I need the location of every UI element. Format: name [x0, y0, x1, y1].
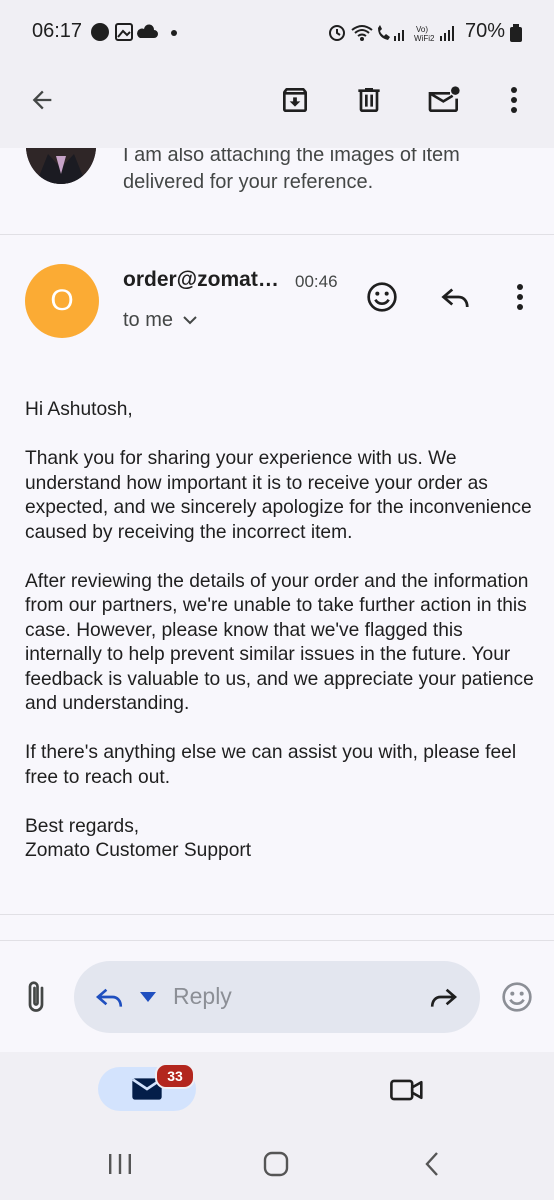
body-paragraph: Hi Ashutosh,: [25, 399, 133, 420]
emoji-button[interactable]: [497, 977, 537, 1017]
archive-icon: [283, 88, 307, 112]
svg-text:WiFi2: WiFi2: [414, 34, 435, 43]
mark-unread-icon: [428, 86, 460, 112]
attachment-icon: [28, 981, 44, 1012]
unread-count-badge: 33: [155, 1063, 195, 1089]
body-paragraph: If there's anything else we can assist y…: [25, 742, 517, 788]
react-emoji-button[interactable]: [362, 277, 402, 317]
message-body: Hi Ashutosh, Thank you for sharing your …: [25, 398, 535, 888]
more-options-button[interactable]: [494, 80, 534, 120]
battery-level: 70%: [465, 20, 506, 42]
reply-button[interactable]: [436, 277, 476, 317]
back-button[interactable]: [22, 80, 62, 120]
previous-message[interactable]: I am also attaching the images of item d…: [0, 148, 554, 234]
reply-input[interactable]: Reply: [173, 983, 232, 1010]
nav-meet-tab[interactable]: [386, 1070, 428, 1110]
system-back-button[interactable]: [412, 1146, 452, 1182]
more-vert-icon: [517, 284, 523, 310]
chevron-down-icon: [183, 316, 197, 325]
video-camera-icon: [390, 1079, 423, 1101]
reply-mode-button[interactable]: [92, 981, 128, 1013]
mark-unread-button[interactable]: [422, 80, 466, 120]
forward-icon: [430, 988, 458, 1007]
emoji-icon: [502, 982, 532, 1012]
status-time: 06:17: [32, 20, 83, 42]
recipient-details-toggle[interactable]: to me: [123, 309, 197, 332]
divider: [0, 940, 554, 941]
message-time: 00:46: [295, 272, 338, 291]
recent-apps-button[interactable]: [100, 1146, 140, 1182]
more-vert-icon: [511, 87, 517, 113]
reply-icon: [95, 988, 123, 1007]
forward-button[interactable]: [424, 981, 462, 1013]
sender-name[interactable]: order@zomato.com: [123, 268, 283, 292]
home-icon: [263, 1151, 289, 1177]
recipient-label: to me: [123, 309, 174, 331]
person-photo: [26, 148, 96, 184]
battery-icon: [510, 24, 522, 42]
home-button[interactable]: [256, 1146, 296, 1182]
reply-icon: [441, 288, 469, 308]
status-notification-icons: [91, 23, 177, 41]
message-more-button[interactable]: [500, 277, 540, 317]
body-signature: Best regards, Zomato Customer Support: [25, 815, 252, 862]
chevron-left-icon: [425, 1152, 438, 1176]
reply-box[interactable]: [74, 961, 480, 1033]
svg-text:Vo): Vo): [416, 25, 428, 34]
status-system-icons: Vo) WiFi2: [329, 25, 454, 43]
archive-button[interactable]: [275, 80, 315, 120]
body-paragraph: After reviewing the details of your orde…: [25, 570, 534, 715]
delete-button[interactable]: [349, 80, 389, 120]
previous-message-snippet: I am also attaching the images of item d…: [123, 148, 460, 193]
recents-icon: [109, 1154, 131, 1174]
sender-avatar[interactable]: O: [25, 264, 99, 338]
reply-mode-dropdown[interactable]: [136, 986, 160, 1008]
delete-icon: [358, 88, 380, 112]
avatar: [26, 148, 96, 184]
emoji-icon: [367, 282, 397, 312]
divider: [0, 234, 554, 235]
back-arrow-icon: [32, 90, 52, 110]
dropdown-arrow-icon: [140, 992, 156, 1002]
divider: [0, 914, 554, 915]
attach-button[interactable]: [18, 977, 54, 1017]
body-paragraph: Thank you for sharing your experience wi…: [25, 448, 532, 543]
